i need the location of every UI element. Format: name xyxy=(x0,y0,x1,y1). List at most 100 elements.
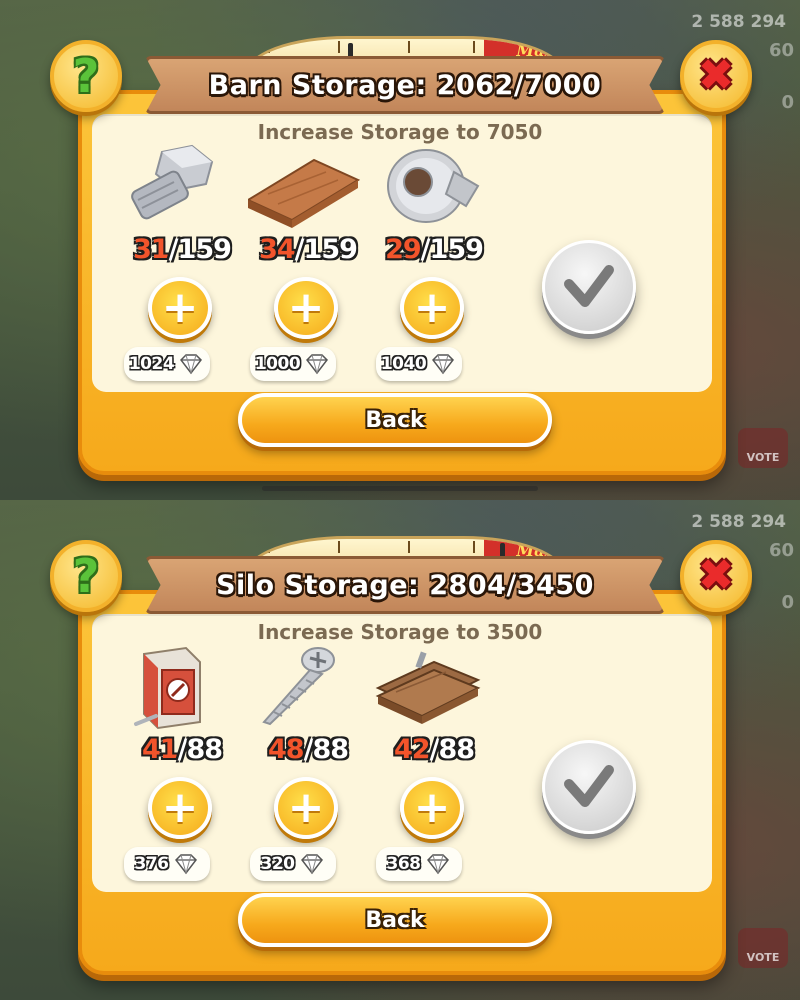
item-count: 41/88 xyxy=(122,734,242,765)
question-mark-icon: ? xyxy=(72,549,100,603)
diamond-price: 376 xyxy=(124,847,210,881)
diamond-price: 1040 xyxy=(376,347,462,381)
plus-icon: + xyxy=(413,282,451,333)
close-button[interactable]: ✖ xyxy=(680,40,752,112)
checkmark-icon xyxy=(564,265,614,307)
gauge-tick xyxy=(473,541,475,553)
item-count: 31/159 xyxy=(122,234,242,265)
buy-screw-button[interactable]: + xyxy=(274,777,338,839)
panel-title: Silo Storage: 2804/3450 xyxy=(216,569,594,601)
side-counter: 60 xyxy=(768,40,794,61)
help-button[interactable]: ? xyxy=(50,540,122,612)
price-value: 368 xyxy=(386,854,422,874)
gauge-tick xyxy=(473,41,475,53)
gauge-tick xyxy=(268,541,270,553)
checkmark-icon xyxy=(564,765,614,807)
price-value: 320 xyxy=(260,854,296,874)
plus-icon: + xyxy=(161,782,199,833)
item-count: 48/88 xyxy=(248,734,368,765)
need-count: 88 xyxy=(312,734,349,765)
diamond-icon xyxy=(432,354,455,375)
side-counter: 60 xyxy=(768,540,794,561)
confirm-upgrade-button[interactable] xyxy=(542,740,636,834)
diamond-icon xyxy=(180,354,203,375)
material-item-bolt: 31/159 + 1024 xyxy=(122,142,242,392)
nail-box-icon xyxy=(122,642,242,732)
price-value: 1040 xyxy=(380,354,427,374)
gauge-tick xyxy=(408,41,410,53)
plus-icon: + xyxy=(287,782,325,833)
plus-icon: + xyxy=(287,282,325,333)
item-count: 34/159 xyxy=(248,234,368,265)
diamond-price: 320 xyxy=(250,847,336,881)
have-count: 48 xyxy=(267,734,305,765)
silo-storage-screen: 2 588 294 60 0 VOTE Max Silo Storage: 28… xyxy=(0,500,800,1000)
plank-icon xyxy=(245,142,368,232)
back-button[interactable]: Back xyxy=(238,893,552,947)
gauge-tick xyxy=(338,41,340,53)
buy-wood-panel-button[interactable]: + xyxy=(400,777,464,839)
panel-title: Barn Storage: 2062/7000 xyxy=(208,69,602,101)
home-indicator xyxy=(262,486,538,491)
item-count: 42/88 xyxy=(374,734,494,765)
have-count: 34 xyxy=(259,234,296,265)
have-count: 29 xyxy=(385,234,422,265)
plus-icon: + xyxy=(161,282,199,333)
buy-bolt-button[interactable]: + xyxy=(148,277,212,339)
title-banner: Silo Storage: 2804/3450 xyxy=(145,556,665,614)
buy-duct-tape-button[interactable]: + xyxy=(400,277,464,339)
vote-button[interactable]: VOTE xyxy=(738,428,788,468)
increase-storage-label: Increase Storage to 7050 xyxy=(257,120,543,144)
title-banner: Barn Storage: 2062/7000 xyxy=(145,56,665,114)
diamond-price: 368 xyxy=(376,847,462,881)
buy-nail-button[interactable]: + xyxy=(148,777,212,839)
need-count: 159 xyxy=(429,234,484,265)
back-button-label: Back xyxy=(365,907,425,933)
increase-storage-label: Increase Storage to 3500 xyxy=(257,620,543,644)
confirm-upgrade-button[interactable] xyxy=(542,240,636,334)
count-separator: / xyxy=(168,234,179,265)
gauge-tick xyxy=(408,541,410,553)
side-counter: 0 xyxy=(781,92,794,113)
price-value: 1000 xyxy=(254,354,301,374)
coin-counter: 2 588 294 xyxy=(691,12,786,32)
vote-button[interactable]: VOTE xyxy=(738,928,788,968)
have-count: 42 xyxy=(393,734,431,765)
count-separator: / xyxy=(294,234,305,265)
material-item-nail: 41/88 + 376 xyxy=(122,642,242,892)
need-count: 88 xyxy=(186,734,223,765)
diamond-icon xyxy=(306,354,329,375)
diamond-icon xyxy=(426,854,449,875)
help-button[interactable]: ? xyxy=(50,40,122,112)
buy-plank-button[interactable]: + xyxy=(274,277,338,339)
screw-icon xyxy=(248,642,368,732)
duct-tape-icon xyxy=(374,142,494,232)
have-count: 41 xyxy=(141,734,179,765)
diamond-price: 1000 xyxy=(250,347,336,381)
close-button[interactable]: ✖ xyxy=(680,540,752,612)
coin-counter: 2 588 294 xyxy=(691,512,786,532)
gauge-tick xyxy=(268,41,270,53)
price-value: 1024 xyxy=(128,354,175,374)
material-item-duct-tape: 29/159 + 1040 xyxy=(374,142,494,392)
material-item-wood-panel: 42/88 + 368 xyxy=(374,642,494,892)
price-value: 376 xyxy=(134,854,170,874)
barn-storage-screen: 2 588 294 60 0 VOTE Max Barn Storage: 20… xyxy=(0,0,800,500)
close-icon: ✖ xyxy=(697,550,735,601)
gauge-tick xyxy=(338,541,340,553)
need-count: 159 xyxy=(177,234,232,265)
diamond-icon xyxy=(300,854,323,875)
side-counter: 0 xyxy=(781,592,794,613)
back-button-label: Back xyxy=(365,407,425,433)
diamond-price: 1024 xyxy=(124,347,210,381)
diamond-icon xyxy=(174,854,197,875)
need-count: 88 xyxy=(438,734,475,765)
material-item-screw: 48/88 + 320 xyxy=(248,642,368,892)
need-count: 159 xyxy=(303,234,358,265)
close-icon: ✖ xyxy=(697,50,735,101)
wood-panel-icon xyxy=(374,642,494,732)
material-item-plank: 34/159 + 1000 xyxy=(245,142,368,392)
question-mark-icon: ? xyxy=(72,49,100,103)
item-count: 29/159 xyxy=(374,234,494,265)
back-button[interactable]: Back xyxy=(238,393,552,447)
